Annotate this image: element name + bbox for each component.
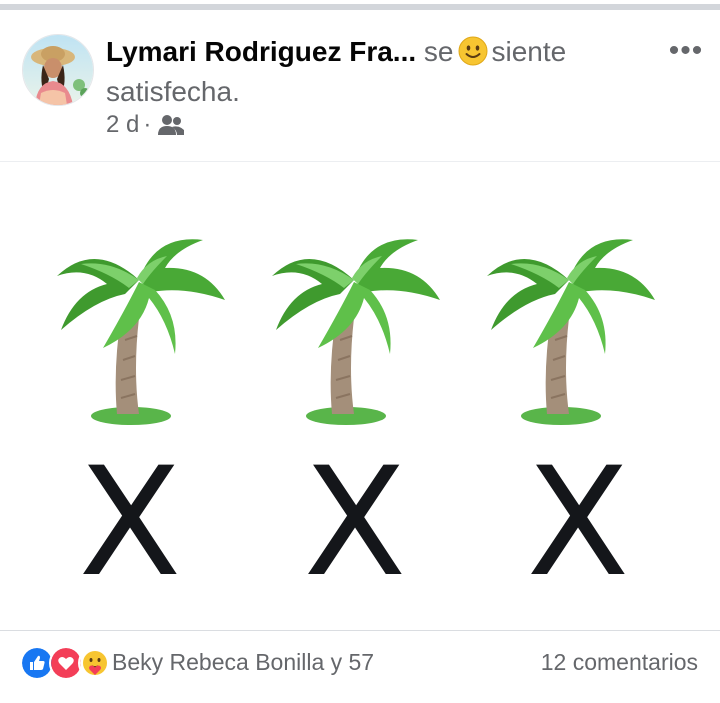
meta-separator: · [143, 111, 152, 138]
care-icon [78, 646, 112, 680]
x-mark: X [526, 436, 630, 610]
post-header: Lymari Rodriguez Fra... se siente satisf… [0, 10, 720, 160]
x-mark: X [78, 436, 182, 610]
avatar[interactable] [22, 34, 94, 106]
post-footer: Beky Rebeca Bonilla y 57 12 comentarios [0, 631, 720, 703]
friends-icon [158, 115, 185, 135]
top-separator [0, 0, 720, 10]
post-time[interactable]: 2 d [106, 111, 139, 139]
feeling-prefix: se [423, 36, 454, 67]
x-mark: X [303, 436, 407, 610]
palm-tree-icon [57, 239, 225, 425]
palm-tree-icon [487, 239, 655, 425]
reaction-count[interactable]: Beky Rebeca Bonilla y 57 [112, 647, 374, 677]
palm-tree-icon [272, 239, 440, 425]
reactions-summary[interactable] [20, 646, 112, 680]
avatar-photo [23, 35, 93, 105]
post-image[interactable]: X X X [0, 162, 720, 630]
author-name[interactable]: Lymari Rodriguez Fra... [106, 36, 416, 67]
comments-count[interactable]: 12 comentarios [541, 647, 698, 677]
post-meta: 2 d · [106, 110, 185, 140]
smile-emoji-icon [458, 36, 487, 66]
post-title: Lymari Rodriguez Fra... se siente satisf… [106, 32, 666, 112]
more-options-button[interactable]: ••• [662, 36, 710, 66]
